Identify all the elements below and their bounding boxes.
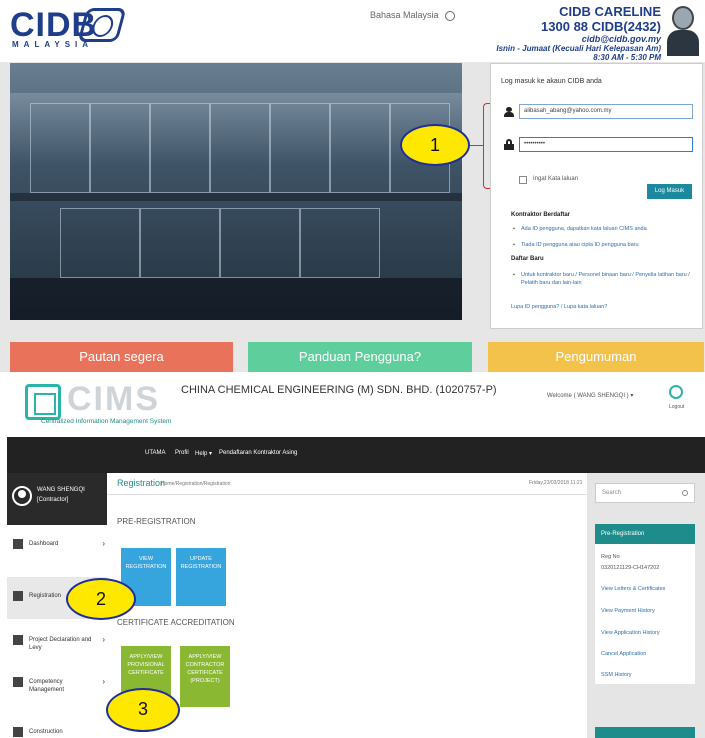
callout-2: 2 <box>66 578 136 620</box>
cims-screenshot: CIMS Centralized Information Management … <box>7 376 705 738</box>
chevron-right-icon: › <box>102 677 105 686</box>
sidebar-item-construction[interactable]: Construction <box>7 713 107 738</box>
top-navigation: UTAMA Profil Help ▾ Pendaftaran Kontrakt… <box>7 437 705 473</box>
payment-history-link[interactable]: View Payment History <box>601 608 655 614</box>
user-box: WANG SHENGQI [Contractor] <box>7 473 107 525</box>
careline-days: Isnin - Jumaat (Kecuali Hari Kelepasan A… <box>496 44 661 53</box>
login-button[interactable]: Log Masuk <box>647 184 692 199</box>
welcome-menu[interactable]: Welcome ( WANG SHENGQI ) ▾ <box>547 392 633 399</box>
login-title: Log masuk ke akaun CIDB anda <box>501 78 602 85</box>
breadcrumb: Registration Home/Registration/Registrat… <box>107 473 587 495</box>
new-registration-heading: Daftar Baru <box>511 256 544 262</box>
nav-foreign-contractor[interactable]: Pendaftaran Kontraktor Asing <box>219 450 297 456</box>
cims-header: CIMS Centralized Information Management … <box>7 376 705 438</box>
lock-icon <box>504 139 514 150</box>
document-icon <box>13 635 23 645</box>
search-icon[interactable] <box>682 490 688 496</box>
careline-email: cidb@cidb.gov.my <box>581 34 661 44</box>
chevron-right-icon: › <box>102 635 105 644</box>
careline-phone: 1300 88 CIDB(2432) <box>541 19 661 34</box>
edit-icon <box>13 591 23 601</box>
nav-utama[interactable]: UTAMA <box>145 450 166 456</box>
sidebar-item-label: Competency Management <box>29 679 65 693</box>
user-role: [Contractor] <box>37 497 69 503</box>
reg-no-label: Reg No <box>601 554 620 560</box>
cidb-logo-mark-icon <box>77 8 127 42</box>
main-content: Registration Home/Registration/Registrat… <box>107 473 587 738</box>
cims-logo: CIMS <box>67 380 160 418</box>
cancel-application-link[interactable]: Cancel Application <box>601 651 646 657</box>
update-registration-tile[interactable]: UPDATE REGISTRATION <box>176 548 226 606</box>
pre-registration-heading: Pre-Registration <box>595 524 695 544</box>
reg-no-value: 0320121129-CH147202 <box>601 565 660 571</box>
certificate-accreditation-title: CERTIFICATE ACCREDITATION <box>117 618 235 627</box>
announcement-banner[interactable]: Pengumuman <box>488 342 704 372</box>
registered-link[interactable]: Tiada ID pengguna atau cipta ID pengguna… <box>513 241 701 249</box>
password-field[interactable]: •••••••••• <box>519 137 693 152</box>
certificate-icon <box>13 677 23 687</box>
nav-help[interactable]: Help ▾ <box>195 450 212 457</box>
language-selector[interactable]: Bahasa Malaysia <box>370 10 455 21</box>
new-registration-link[interactable]: Untuk kontraktor baru / Personel binaan … <box>513 271 693 287</box>
building-icon <box>13 727 23 737</box>
callout-3: 3 <box>106 688 180 732</box>
application-history-link[interactable]: View Application History <box>601 630 660 636</box>
sidebar-item-dashboard[interactable]: Dashboard › <box>7 525 107 567</box>
cidb-login-screenshot: CIDB MALAYSIA Bahasa Malaysia CIDB CAREL… <box>0 0 705 372</box>
panel-footer <box>595 727 695 738</box>
right-sidebar: Search Pre-Registration Reg No 032012112… <box>587 473 705 738</box>
login-panel: Log masuk ke akaun CIDB anda alibasah_ab… <box>490 63 703 329</box>
cims-logo-subtitle: Centralized Information Management Syste… <box>41 418 172 425</box>
careline-hours: 8:30 AM - 5:30 PM <box>593 53 661 62</box>
breadcrumb-path[interactable]: Home/Registration/Registration <box>161 481 230 487</box>
nav-profil[interactable]: Profil <box>175 450 189 456</box>
remember-checkbox[interactable] <box>519 176 527 184</box>
cidb-header: CIDB MALAYSIA Bahasa Malaysia CIDB CAREL… <box>0 0 705 62</box>
user-guide-banner[interactable]: Panduan Pengguna? <box>248 342 472 372</box>
callout-1: 1 <box>400 124 470 166</box>
registered-link[interactable]: Ada ID pengguna, dapatkan kata laluan CI… <box>513 225 701 233</box>
sidebar-item-label: Construction <box>29 729 63 735</box>
logout-link[interactable]: Logout <box>669 404 684 410</box>
company-name: CHINA CHEMICAL ENGINEERING (M) SDN. BHD.… <box>181 384 497 396</box>
quick-links-banner[interactable]: Pautan segera <box>10 342 233 372</box>
hero-image <box>10 63 462 320</box>
ssm-history-link[interactable]: SSM History <box>601 672 632 678</box>
careline-info: CIDB CARELINE 1300 88 CIDB(2432) cidb@ci… <box>496 4 661 62</box>
pre-registration-title: PRE-REGISTRATION <box>117 517 196 526</box>
current-date: Friday,23/03/2018 11:21 <box>529 480 583 486</box>
careline-title: CIDB CARELINE <box>559 4 661 19</box>
pre-registration-panel: Pre-Registration Reg No 0320121129-CH147… <box>595 524 695 684</box>
dashboard-icon <box>13 539 23 549</box>
registered-heading: Kontraktor Berdaftar <box>511 212 571 218</box>
call-agent-icon <box>665 4 699 56</box>
cims-logo-icon <box>25 384 61 420</box>
sidebar-item-competency[interactable]: Competency Management › <box>7 663 107 705</box>
contractor-certificate-tile[interactable]: APPLY/VIEW CONTRACTOR CERTIFICATE (PROJE… <box>180 646 230 707</box>
cidb-logo-subtitle: MALAYSIA <box>12 40 94 49</box>
power-icon[interactable] <box>669 385 683 399</box>
avatar-icon <box>12 486 32 506</box>
search-input[interactable]: Search <box>595 483 695 503</box>
letters-certificates-link[interactable]: View Letters & Certificates <box>601 586 665 592</box>
sidebar-item-label: Project Declaration and Levy <box>29 637 92 651</box>
chevron-right-icon: › <box>102 539 105 548</box>
search-placeholder: Search <box>602 490 622 496</box>
sidebar-item-label: Dashboard <box>29 541 59 547</box>
user-icon <box>504 107 514 117</box>
page-title: Registration <box>117 478 166 488</box>
callout-connector <box>470 145 483 146</box>
globe-icon[interactable] <box>444 10 455 21</box>
sidebar-item-project-declaration[interactable]: Project Declaration and Levy › <box>7 621 107 663</box>
remember-label: Ingat Kata laluan <box>533 176 579 182</box>
language-label[interactable]: Bahasa Malaysia <box>370 10 439 20</box>
email-field[interactable]: alibasah_abang@yahoo.com.my <box>519 104 693 119</box>
forgot-link[interactable]: Lupa ID pengguna? / Lupa kata laluan? <box>511 304 607 310</box>
user-name: WANG SHENGQI <box>37 487 85 493</box>
